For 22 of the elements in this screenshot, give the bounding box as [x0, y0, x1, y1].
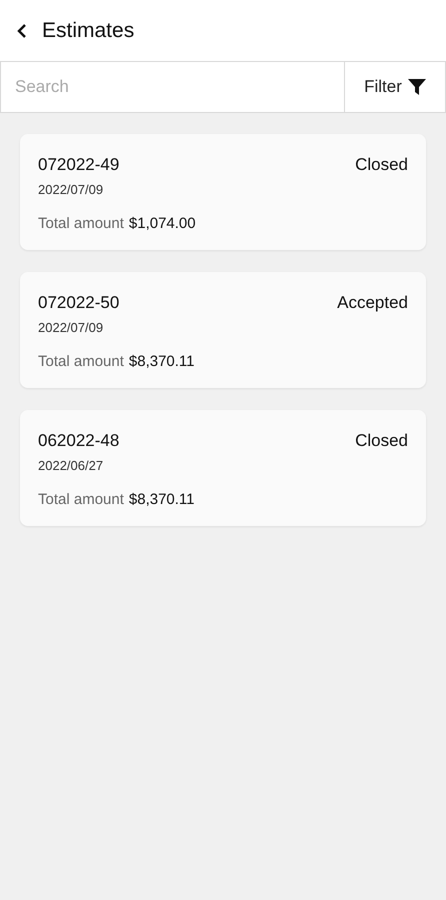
estimate-date: 2022/07/09	[38, 180, 104, 198]
estimate-card[interactable]: 062022-48 Closed 2022/06/27 Total amount $8,370.11	[20, 410, 426, 526]
total-label: Total amount	[38, 490, 124, 510]
total-amount: $8,370.11	[128, 490, 195, 510]
estimate-status: Accepted	[337, 292, 408, 314]
estimate-status: Closed	[355, 430, 408, 452]
estimate-card[interactable]: 072022-49 Closed 2022/07/09 Total amount $1,074.00	[20, 134, 426, 250]
estimate-number: 072022-49	[38, 154, 120, 176]
estimate-number: 072022-50	[38, 292, 120, 314]
estimate-date: 2022/07/09	[38, 318, 104, 336]
page-title: Estimates	[42, 18, 134, 44]
search-field[interactable]: Search	[0, 61, 345, 113]
total-label: Total amount	[38, 352, 124, 372]
total-amount: $8,370.11	[128, 352, 195, 372]
total-label: Total amount	[38, 214, 124, 234]
total-amount: $1,074.00	[128, 214, 196, 234]
filter-button[interactable]: Filter	[345, 61, 446, 113]
estimate-status: Closed	[355, 154, 408, 176]
filter-icon	[408, 79, 426, 95]
estimate-date: 2022/06/27	[38, 456, 104, 474]
estimate-card[interactable]: 072022-50 Accepted 2022/07/09 Total amount $8,370.11	[20, 272, 426, 388]
estimate-number: 062022-48	[38, 430, 120, 452]
